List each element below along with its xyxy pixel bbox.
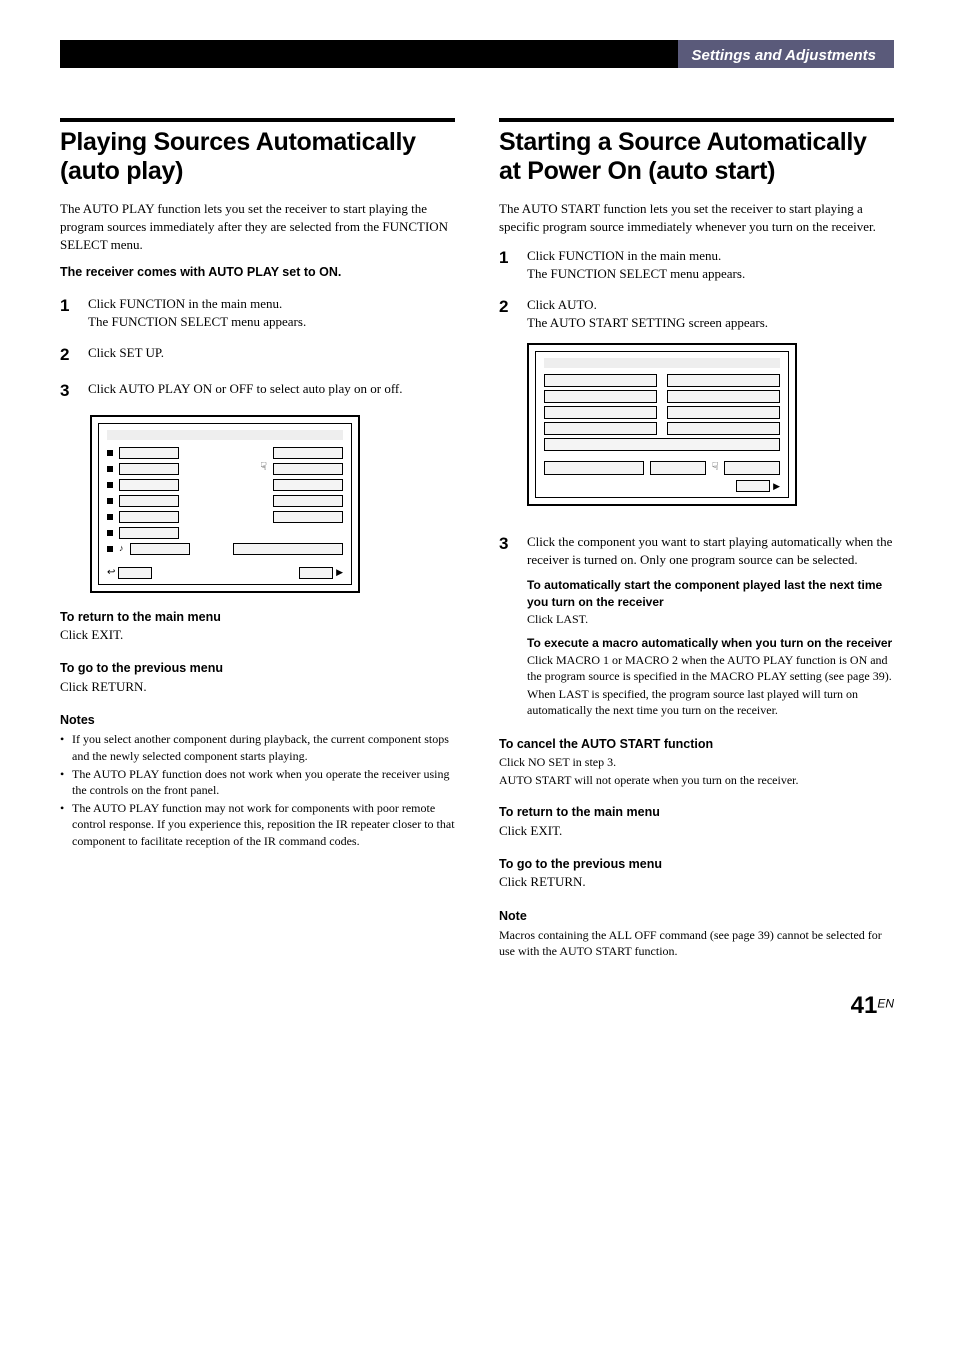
return-main-heading: To return to the main menu: [499, 804, 894, 822]
return-main-body: Click EXIT.: [60, 626, 455, 644]
note-body: Macros containing the ALL OFF command (s…: [499, 927, 894, 959]
macro-heading: To execute a macro automatically when yo…: [527, 635, 894, 652]
prev-menu-body: Click RETURN.: [60, 678, 455, 696]
macro-body: Click MACRO 1 or MACRO 2 when the AUTO P…: [527, 652, 894, 684]
pointer-icon: ☟: [712, 460, 719, 475]
return-main-body: Click EXIT.: [499, 822, 894, 840]
step-number: 3: [499, 532, 513, 721]
step-text: Click AUTO.: [527, 296, 894, 314]
return-icon: ↩: [107, 566, 115, 580]
section-rule: [60, 118, 455, 122]
page-number-value: 41: [851, 992, 878, 1019]
cancel-body: Click NO SET in step 3.: [499, 754, 894, 770]
step-text: Click FUNCTION in the main menu.: [88, 295, 455, 313]
step-text: Click SET UP.: [88, 344, 455, 362]
step-text: The FUNCTION SELECT menu appears.: [88, 313, 455, 331]
cancel-heading: To cancel the AUTO START function: [499, 736, 894, 754]
section-rule: [499, 118, 894, 122]
page-number: 41EN: [60, 989, 894, 1023]
return-main-heading: To return to the main menu: [60, 609, 455, 627]
step-number: 1: [60, 294, 74, 331]
step-text: Click FUNCTION in the main menu.: [527, 247, 894, 265]
step-number: 1: [499, 246, 513, 283]
step-text: The FUNCTION SELECT menu appears.: [527, 265, 894, 283]
step-number: 3: [60, 379, 74, 403]
step-text: Click the component you want to start pl…: [527, 533, 894, 569]
forward-icon: ▶: [773, 480, 780, 493]
right-title: Starting a Source Automatically at Power…: [499, 128, 894, 186]
page-number-suffix: EN: [877, 997, 894, 1011]
step-text: Click AUTO PLAY ON or OFF to select auto…: [88, 380, 455, 398]
macro-body: When LAST is specified, the program sour…: [527, 686, 894, 718]
left-steps: 1 Click FUNCTION in the main menu. The F…: [60, 294, 455, 403]
auto-last-body: Click LAST.: [527, 611, 894, 627]
forward-icon: ▶: [336, 566, 343, 579]
left-column: Playing Sources Automatically (auto play…: [60, 118, 455, 959]
left-default-note: The receiver comes with AUTO PLAY set to…: [60, 264, 455, 282]
right-steps: 1 Click FUNCTION in the main menu. The F…: [499, 246, 894, 720]
step-text: The AUTO START SETTING screen appears.: [527, 314, 894, 332]
section-band-label: Settings and Adjustments: [678, 40, 894, 68]
function-select-screen: ☟ ♪ ↩ ▶: [90, 415, 360, 593]
right-intro: The AUTO START function lets you set the…: [499, 200, 894, 236]
header-band: Settings and Adjustments: [60, 40, 894, 68]
notes-heading: Notes: [60, 712, 455, 730]
auto-last-heading: To automatically start the component pla…: [527, 577, 894, 611]
prev-menu-heading: To go to the previous menu: [60, 660, 455, 678]
note-item: The AUTO PLAY function may not work for …: [60, 800, 455, 849]
left-intro: The AUTO PLAY function lets you set the …: [60, 200, 455, 255]
pointer-icon: ☟: [260, 460, 267, 475]
notes-list: If you select another component during p…: [60, 731, 455, 848]
right-column: Starting a Source Automatically at Power…: [499, 118, 894, 959]
cancel-body: AUTO START will not operate when you tur…: [499, 772, 894, 788]
auto-start-screen: ☟ ▶: [527, 343, 797, 506]
prev-menu-heading: To go to the previous menu: [499, 856, 894, 874]
note-item: The AUTO PLAY function does not work whe…: [60, 766, 455, 798]
step-number: 2: [60, 343, 74, 367]
note-heading: Note: [499, 908, 894, 926]
step-number: 2: [499, 295, 513, 519]
left-title: Playing Sources Automatically (auto play…: [60, 128, 455, 186]
note-item: If you select another component during p…: [60, 731, 455, 763]
prev-menu-body: Click RETURN.: [499, 873, 894, 891]
